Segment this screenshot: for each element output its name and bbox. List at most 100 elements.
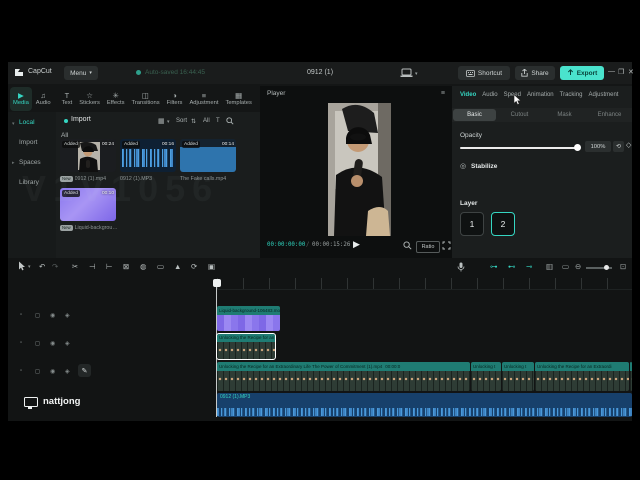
ratio-button[interactable]: Ratio — [416, 241, 440, 253]
tab-stickers[interactable]: ☆ Stickers — [76, 87, 103, 111]
tab-text[interactable]: T Text — [59, 87, 76, 111]
layer-button-1[interactable]: 1 — [460, 212, 484, 236]
sidebar-item-spaces[interactable]: Spaces — [19, 159, 41, 166]
hide-track-icon[interactable]: ◉ — [50, 368, 55, 375]
preview-zoom-icon[interactable] — [403, 241, 412, 250]
subtab-cutout[interactable]: Cutout — [498, 109, 541, 121]
opacity-value[interactable]: 100% — [585, 141, 611, 152]
grid-view-icon[interactable]: ▦ — [158, 117, 165, 125]
zoom-out-icon[interactable]: ⊖ — [575, 262, 581, 271]
timeline-clip-main-1[interactable]: Unlocking the Recipe for an Extraordinar… — [217, 362, 470, 391]
media-item-video2[interactable]: Added 00:14 — [180, 139, 236, 172]
keyframe-diamond-icon[interactable]: ◇ — [626, 141, 631, 149]
media-item-video1[interactable]: Added 00:24 — [60, 139, 116, 172]
tab-adjustment-inspector[interactable]: Adjustment — [588, 92, 618, 98]
cover-icon[interactable]: ▭ — [562, 262, 569, 271]
timeline-clip-audio[interactable]: 0912 (1).MP3 — [217, 393, 632, 417]
chevron-down-icon[interactable]: ▾ — [415, 71, 418, 77]
shortcut-button[interactable]: Shortcut — [458, 66, 510, 80]
lock-icon[interactable]: ◻ — [35, 312, 40, 319]
timeline-clip-selected[interactable]: Unlocking the Recipe for an Extraordinar… — [216, 333, 276, 360]
timeline-clip-main-4[interactable]: Unlocking the Recipe for an Extraordi — [535, 362, 629, 391]
sort-button[interactable]: Sort — [176, 118, 187, 124]
track-options-icon[interactable]: ▫ — [20, 340, 22, 346]
media-item-audio1[interactable]: Added 00:16 — [120, 139, 176, 172]
mask-icon[interactable]: ◍ — [140, 262, 147, 271]
opacity-slider-handle[interactable] — [574, 144, 581, 151]
timeline-clip-main-3[interactable]: Unlocking t — [502, 362, 534, 391]
filter-all-button[interactable]: All — [203, 118, 210, 124]
opacity-slider[interactable] — [460, 147, 578, 149]
tab-transitions[interactable]: ◫ Transitions — [129, 87, 163, 111]
tab-audio-inspector[interactable]: Audio — [482, 92, 497, 98]
menu-button[interactable]: Menu ▾ — [64, 66, 98, 80]
undo-icon[interactable]: ↶ — [39, 262, 45, 271]
speed-icon[interactable]: ▲ — [174, 262, 181, 271]
tab-tracking[interactable]: Tracking — [560, 92, 583, 98]
tab-animation[interactable]: Animation — [527, 92, 554, 98]
video-preview[interactable] — [328, 103, 391, 236]
timeline-clip-main-2[interactable]: Unlocking t — [471, 362, 501, 391]
record-voiceover-icon[interactable] — [457, 262, 465, 272]
sidebar-item-local[interactable]: Local — [19, 119, 35, 126]
tab-adjustment[interactable]: ≡ Adjustment — [186, 87, 221, 111]
play-button[interactable]: ▶ — [353, 239, 360, 250]
minimize-button[interactable]: — — [608, 68, 615, 75]
import-button[interactable]: Import — [71, 116, 91, 123]
mute-track-icon[interactable]: ◈ — [65, 312, 70, 319]
stabilize-label[interactable]: Stabilize — [471, 163, 497, 170]
tab-filters[interactable]: ◑ Filters — [164, 87, 186, 111]
lock-icon[interactable]: ◻ — [35, 340, 40, 347]
link-clips-icon[interactable]: ⊷ — [508, 262, 516, 271]
timeline-clip-main-5[interactable]: Unlocki — [630, 362, 632, 391]
export-button[interactable]: Export — [560, 66, 604, 80]
fullscreen-icon[interactable] — [442, 241, 451, 250]
hide-track-icon[interactable]: ◉ — [50, 340, 55, 347]
freeze-frame-icon[interactable]: ▣ — [208, 262, 215, 271]
tab-media[interactable]: ▶ Media — [10, 86, 32, 111]
timeline-zoom-handle[interactable] — [604, 265, 609, 270]
sidebar-item-library[interactable]: Library — [19, 179, 39, 186]
sidebar-item-import[interactable]: Import — [19, 139, 37, 146]
subtab-basic[interactable]: Basic — [453, 109, 496, 121]
zoom-fit-icon[interactable]: ⊡ — [620, 262, 626, 271]
tab-video[interactable]: Video — [460, 92, 476, 98]
select-tool-icon[interactable] — [18, 261, 26, 271]
tab-audio[interactable]: ♫ Audio — [33, 87, 54, 111]
rotate-icon[interactable]: ⟳ — [191, 262, 197, 271]
hide-track-icon[interactable]: ◉ — [50, 312, 55, 319]
delete-right-icon[interactable]: ⊢ — [106, 262, 113, 271]
delete-icon[interactable]: ⊠ — [123, 262, 129, 271]
crop-icon[interactable]: ▭ — [157, 262, 164, 271]
media-item-video3[interactable]: Added 00:10 — [60, 188, 116, 221]
mute-track-icon[interactable]: ◈ — [65, 368, 70, 375]
reset-icon[interactable]: ⟲ — [613, 141, 624, 152]
auto-snap-icon[interactable]: ⊸ — [526, 262, 532, 271]
delete-left-icon[interactable]: ⊣ — [89, 262, 96, 271]
layer-button-2[interactable]: 2 — [491, 212, 515, 236]
type-filter-icon[interactable]: T — [216, 118, 220, 124]
playhead-handle[interactable] — [213, 279, 221, 287]
tab-templates[interactable]: ▦ Templates — [222, 87, 254, 111]
subtab-mask[interactable]: Mask — [543, 109, 586, 121]
player-menu-icon[interactable]: ≡ — [441, 90, 445, 97]
lock-icon[interactable]: ◻ — [35, 368, 40, 375]
edit-track-icon[interactable]: ✎ — [78, 364, 91, 377]
chevron-down-icon[interactable]: ▾ — [28, 264, 31, 270]
track-options-icon[interactable]: ▫ — [20, 312, 22, 318]
redo-icon[interactable]: ↷ — [52, 262, 58, 271]
split-icon[interactable]: ✂ — [72, 262, 78, 271]
preview-axis-icon[interactable]: ▥ — [546, 262, 553, 271]
track-options-icon[interactable]: ▫ — [20, 368, 22, 374]
maximize-button[interactable]: ❐ — [618, 68, 624, 76]
device-preview-icon[interactable] — [400, 68, 413, 78]
timeline-clip-liquid-background[interactable]: Liquid-background-106483.mov 00:00:01:26 — [217, 306, 280, 331]
close-button[interactable]: ✕ — [628, 68, 634, 76]
share-button[interactable]: Share — [515, 66, 555, 80]
subtab-enhance[interactable]: Enhance — [588, 109, 631, 121]
tab-effects[interactable]: ✳ Effects — [104, 87, 128, 111]
timeline-ruler[interactable] — [217, 278, 632, 290]
mute-track-icon[interactable]: ◈ — [65, 340, 70, 347]
search-icon[interactable] — [226, 117, 234, 125]
magnet-snap-icon[interactable]: ⊶ — [490, 262, 498, 271]
